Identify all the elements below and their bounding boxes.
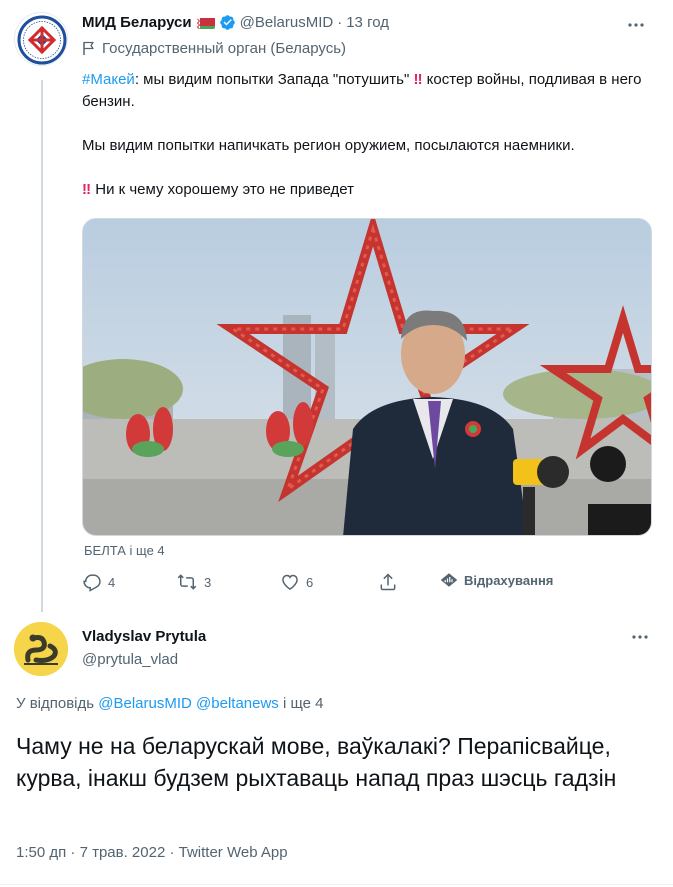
tweet-text: #Макей: мы видим попытки Запада "потушит… bbox=[82, 69, 652, 201]
government-label: Государственный орган (Беларусь) bbox=[82, 40, 346, 57]
tweet-text: Чаму не на беларускай мове, ваўкалакі? П… bbox=[16, 733, 617, 791]
tweet-timestamp-source[interactable]: 1:50 дп · 7 трав. 2022 · Twitter Web App bbox=[16, 844, 288, 861]
tweet-text-paragraph: Мы видим попытки напичкать регион оружие… bbox=[82, 137, 575, 154]
mention-link[interactable]: @BelarusMID bbox=[98, 695, 192, 712]
avatar-prytula[interactable] bbox=[14, 622, 68, 676]
mention-link[interactable]: @beltanews bbox=[196, 695, 279, 712]
analytics-icon bbox=[440, 573, 458, 587]
tweet-actions-bar: 4 3 6 Відрахування bbox=[82, 572, 642, 598]
reply-prefix: У відповідь bbox=[16, 695, 99, 712]
media-source-caption[interactable]: БЕЛТА і ще 4 bbox=[84, 543, 165, 558]
replying-to-line: У відповідь @BelarusMID @beltanews і ще … bbox=[16, 695, 324, 712]
like-button[interactable]: 6 bbox=[280, 572, 313, 592]
retweet-count: 3 bbox=[204, 574, 212, 590]
verified-badge-icon bbox=[219, 14, 236, 31]
tweet-photo[interactable] bbox=[82, 218, 652, 536]
analytics-label: Відрахування bbox=[464, 572, 554, 588]
more-options-icon[interactable] bbox=[630, 627, 650, 647]
separator-dot: · bbox=[337, 14, 343, 31]
more-options-icon[interactable] bbox=[626, 15, 646, 35]
tweet-text-part: Ни к чему хорошему это не приведет bbox=[91, 181, 354, 198]
flag-outline-icon bbox=[83, 41, 94, 55]
mfa-emblem-logo bbox=[16, 14, 67, 65]
share-button[interactable] bbox=[378, 572, 404, 592]
like-icon bbox=[282, 574, 298, 590]
gadsden-snake-avatar bbox=[14, 622, 68, 676]
reply-suffix[interactable]: і ще 4 bbox=[279, 695, 324, 712]
author-name[interactable]: МИД Беларуси bbox=[82, 14, 192, 31]
retweet-icon bbox=[177, 574, 197, 590]
government-label-text: Государственный орган (Беларусь) bbox=[102, 40, 347, 57]
divider bbox=[0, 884, 673, 885]
reply-count: 4 bbox=[108, 574, 116, 590]
share-icon bbox=[380, 573, 396, 591]
author-handle[interactable]: @prytula_vlad bbox=[82, 651, 178, 668]
photo-man-with-microphones bbox=[83, 219, 651, 535]
double-exclamation-emoji: ‼ bbox=[82, 181, 92, 198]
author-handle[interactable]: @BelarusMID bbox=[240, 14, 334, 31]
retweet-button[interactable]: 3 bbox=[176, 572, 211, 592]
hashtag-link[interactable]: #Макей bbox=[82, 71, 135, 88]
like-count: 6 bbox=[306, 574, 314, 590]
tweet-text-part: : мы видим попытки Запада "потушить" bbox=[134, 71, 414, 88]
tweet-mfa-belarus[interactable]: МИД Беларуси @BelarusMID · 13 год Госуда… bbox=[0, 0, 673, 612]
analytics-button[interactable]: Відрахування bbox=[440, 572, 553, 588]
tweet-time[interactable]: 13 год bbox=[346, 14, 389, 31]
belarus-flag-icon bbox=[196, 17, 215, 29]
avatar-mfa-belarus[interactable] bbox=[14, 12, 68, 66]
author-name[interactable]: Vladyslav Prytula bbox=[82, 628, 206, 645]
tweet-header: МИД Беларуси @BelarusMID · 13 год bbox=[82, 14, 389, 31]
reply-button[interactable]: 4 bbox=[82, 572, 115, 592]
double-exclamation-emoji: ‼ bbox=[413, 71, 423, 88]
reply-icon bbox=[83, 574, 101, 592]
